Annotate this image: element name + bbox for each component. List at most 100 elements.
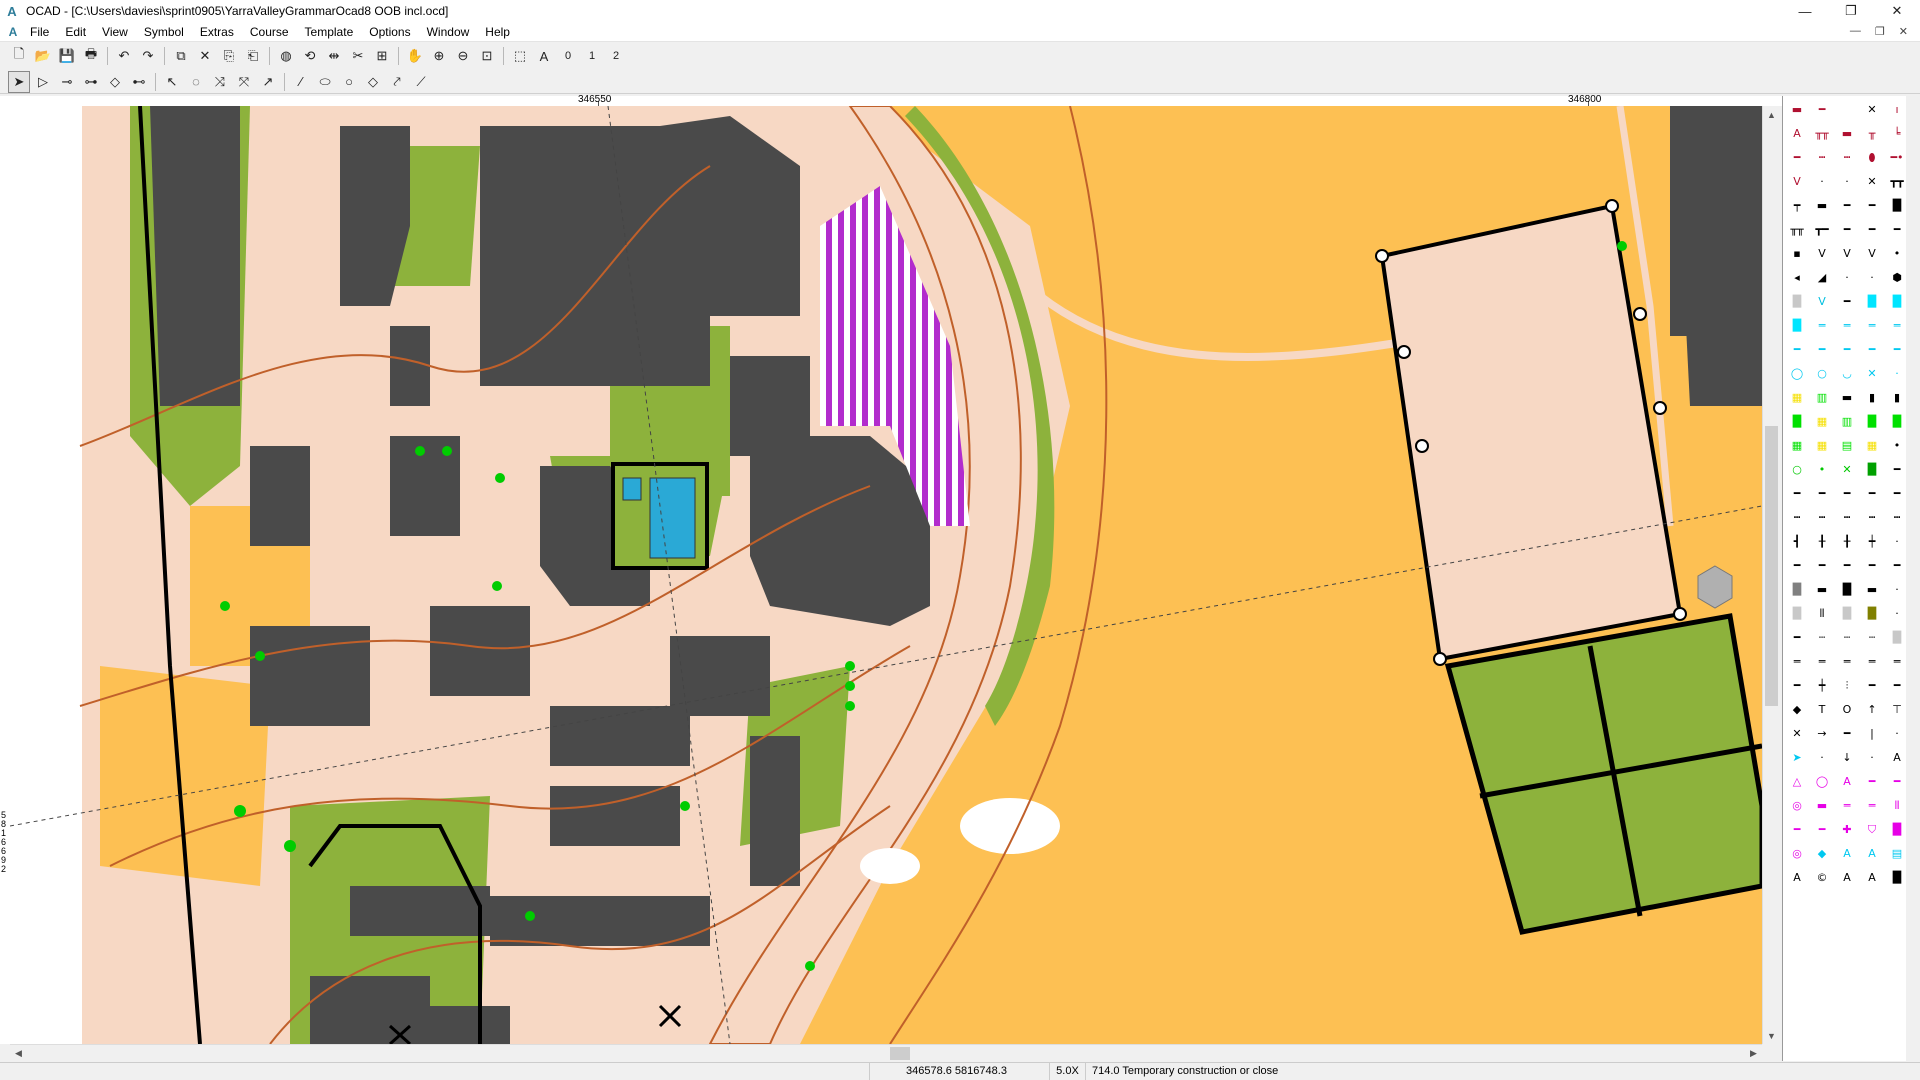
symbol-swatch[interactable]: ━: [1785, 338, 1809, 361]
orienteering-map[interactable]: [10, 106, 1762, 1044]
symbol-swatch[interactable]: ━: [1810, 818, 1834, 841]
scroll-up-icon[interactable]: ▲: [1763, 106, 1780, 123]
horizontal-scrollbar[interactable]: ◀ ▶: [10, 1044, 1762, 1061]
symbol-swatch[interactable]: ━: [1785, 674, 1809, 697]
symbol-swatch[interactable]: ○: [1785, 458, 1809, 481]
symbol-swatch[interactable]: ➤: [1785, 746, 1809, 769]
symbol-swatch[interactable]: ╂: [1810, 530, 1834, 553]
symbol-swatch[interactable]: ▤: [1835, 434, 1859, 457]
symbol-swatch[interactable]: ┿: [1860, 530, 1884, 553]
symbol-swatch[interactable]: ━: [1785, 554, 1809, 577]
symbol-swatch[interactable]: ╥╥: [1785, 218, 1809, 241]
symbol-swatch[interactable]: ↑: [1860, 698, 1884, 721]
symbol-swatch[interactable]: ▬: [1810, 794, 1834, 817]
symbol-swatch[interactable]: ═: [1860, 650, 1884, 673]
symbol-swatch[interactable]: █: [1785, 290, 1809, 313]
level-1-button[interactable]: 1: [581, 45, 603, 67]
cut-icon[interactable]: ⧉: [170, 45, 192, 67]
symbol-swatch[interactable]: ▬: [1835, 386, 1859, 409]
symbol-swatch[interactable]: ·: [1860, 746, 1884, 769]
symbol-swatch[interactable]: ▦: [1860, 434, 1884, 457]
draw-circle-icon[interactable]: ○: [338, 71, 360, 93]
menu-file[interactable]: File: [22, 22, 57, 42]
horizontal-scroll-thumb[interactable]: [890, 1047, 910, 1060]
symbol-swatch[interactable]: A: [1835, 770, 1859, 793]
menu-view[interactable]: View: [94, 22, 136, 42]
symbol-swatch[interactable]: ○: [1810, 362, 1834, 385]
hand-icon[interactable]: ✋: [404, 45, 426, 67]
symbol-swatch[interactable]: ◡: [1835, 362, 1859, 385]
symbol-swatch[interactable]: ═: [1835, 314, 1859, 337]
symbol-swatch[interactable]: ═: [1835, 794, 1859, 817]
symbol-swatch[interactable]: ·: [1860, 266, 1884, 289]
symbol-swatch[interactable]: ⛉: [1860, 818, 1884, 841]
map-canvas[interactable]: [10, 106, 1762, 1044]
symbol-swatch[interactable]: V: [1835, 242, 1859, 265]
symbol-swatch[interactable]: ▮: [1860, 386, 1884, 409]
symbol-swatch[interactable]: ═: [1785, 650, 1809, 673]
cut-hole-icon[interactable]: ◌: [185, 71, 207, 93]
redo-icon[interactable]: ↷: [137, 45, 159, 67]
symbol-swatch[interactable]: ┅: [1810, 146, 1834, 169]
move-vertex-icon[interactable]: ⊶: [80, 71, 102, 93]
cut-line-icon[interactable]: ✂: [347, 45, 369, 67]
symbol-swatch[interactable]: ▦: [1785, 386, 1809, 409]
symbol-swatch[interactable]: ┯: [1785, 194, 1809, 217]
symbol-swatch[interactable]: ⬮: [1860, 146, 1884, 169]
child-restore-button[interactable]: ❐: [1875, 25, 1885, 38]
symbol-swatch[interactable]: ━: [1835, 338, 1859, 361]
rotate-icon[interactable]: ⟲: [299, 45, 321, 67]
symbol-swatch[interactable]: ┳━: [1810, 218, 1834, 241]
symbol-swatch[interactable]: ━: [1860, 770, 1884, 793]
symbol-swatch[interactable]: ━: [1835, 218, 1859, 241]
scroll-down-icon[interactable]: ▼: [1763, 1027, 1780, 1044]
minimize-button[interactable]: —: [1782, 0, 1828, 22]
print-icon[interactable]: 🖶: [80, 45, 102, 67]
symbol-swatch[interactable]: █: [1785, 578, 1809, 601]
symbol-swatch[interactable]: █: [1860, 410, 1884, 433]
vertical-scroll-thumb[interactable]: [1765, 426, 1778, 706]
symbol-swatch[interactable]: ·: [1810, 170, 1834, 193]
draw-rect-icon[interactable]: ◇: [362, 71, 384, 93]
symbol-swatch[interactable]: ┅: [1835, 146, 1859, 169]
symbol-swatch[interactable]: ✕: [1860, 170, 1884, 193]
symbol-swatch[interactable]: ▬: [1785, 98, 1809, 121]
symbol-swatch[interactable]: V: [1860, 242, 1884, 265]
symbol-swatch[interactable]: V: [1785, 170, 1809, 193]
restore-button[interactable]: ❐: [1828, 0, 1874, 22]
symbol-swatch[interactable]: ▬: [1810, 578, 1834, 601]
symbol-swatch[interactable]: ◆: [1810, 842, 1834, 865]
symbol-swatch[interactable]: ◯: [1810, 770, 1834, 793]
symbol-swatch[interactable]: O: [1835, 698, 1859, 721]
scroll-left-icon[interactable]: ◀: [10, 1045, 27, 1062]
open-file-icon[interactable]: 📂: [32, 45, 54, 67]
vertical-scrollbar[interactable]: ▲ ▼: [1762, 106, 1779, 1044]
symbol-swatch[interactable]: ▦: [1785, 434, 1809, 457]
corner-point-icon[interactable]: ◇: [104, 71, 126, 93]
text-edit-icon[interactable]: A: [533, 45, 555, 67]
symbol-swatch[interactable]: ━: [1835, 722, 1859, 745]
symbol-swatch[interactable]: ▬: [1835, 122, 1859, 145]
symbol-swatch[interactable]: ━: [1835, 482, 1859, 505]
symbol-swatch[interactable]: ✕: [1835, 458, 1859, 481]
symbol-swatch[interactable]: █: [1860, 290, 1884, 313]
symbol-swatch[interactable]: A: [1835, 842, 1859, 865]
symbol-swatch[interactable]: ◂: [1785, 266, 1809, 289]
symbol-swatch[interactable]: →: [1810, 722, 1834, 745]
symbol-swatch[interactable]: █: [1785, 314, 1809, 337]
menu-course[interactable]: Course: [242, 22, 297, 42]
symbol-swatch[interactable]: ·: [1835, 170, 1859, 193]
symbol-swatch[interactable]: █: [1785, 410, 1809, 433]
symbol-swatch[interactable]: ✕: [1860, 98, 1884, 121]
symbol-swatch[interactable]: █: [1860, 602, 1884, 625]
symbol-swatch[interactable]: ↓: [1835, 746, 1859, 769]
symbol-swatch[interactable]: ━: [1860, 674, 1884, 697]
menu-symbol[interactable]: Symbol: [136, 22, 192, 42]
symbol-swatch[interactable]: ◢: [1810, 266, 1834, 289]
add-vertex-icon[interactable]: ⊸: [56, 71, 78, 93]
draw-freehand-icon[interactable]: ⤤: [386, 71, 408, 93]
symbol-swatch[interactable]: [1835, 98, 1859, 121]
symbol-swatch[interactable]: ╥: [1860, 122, 1884, 145]
save-icon[interactable]: 💾: [56, 45, 78, 67]
symbol-swatch[interactable]: ━: [1835, 194, 1859, 217]
